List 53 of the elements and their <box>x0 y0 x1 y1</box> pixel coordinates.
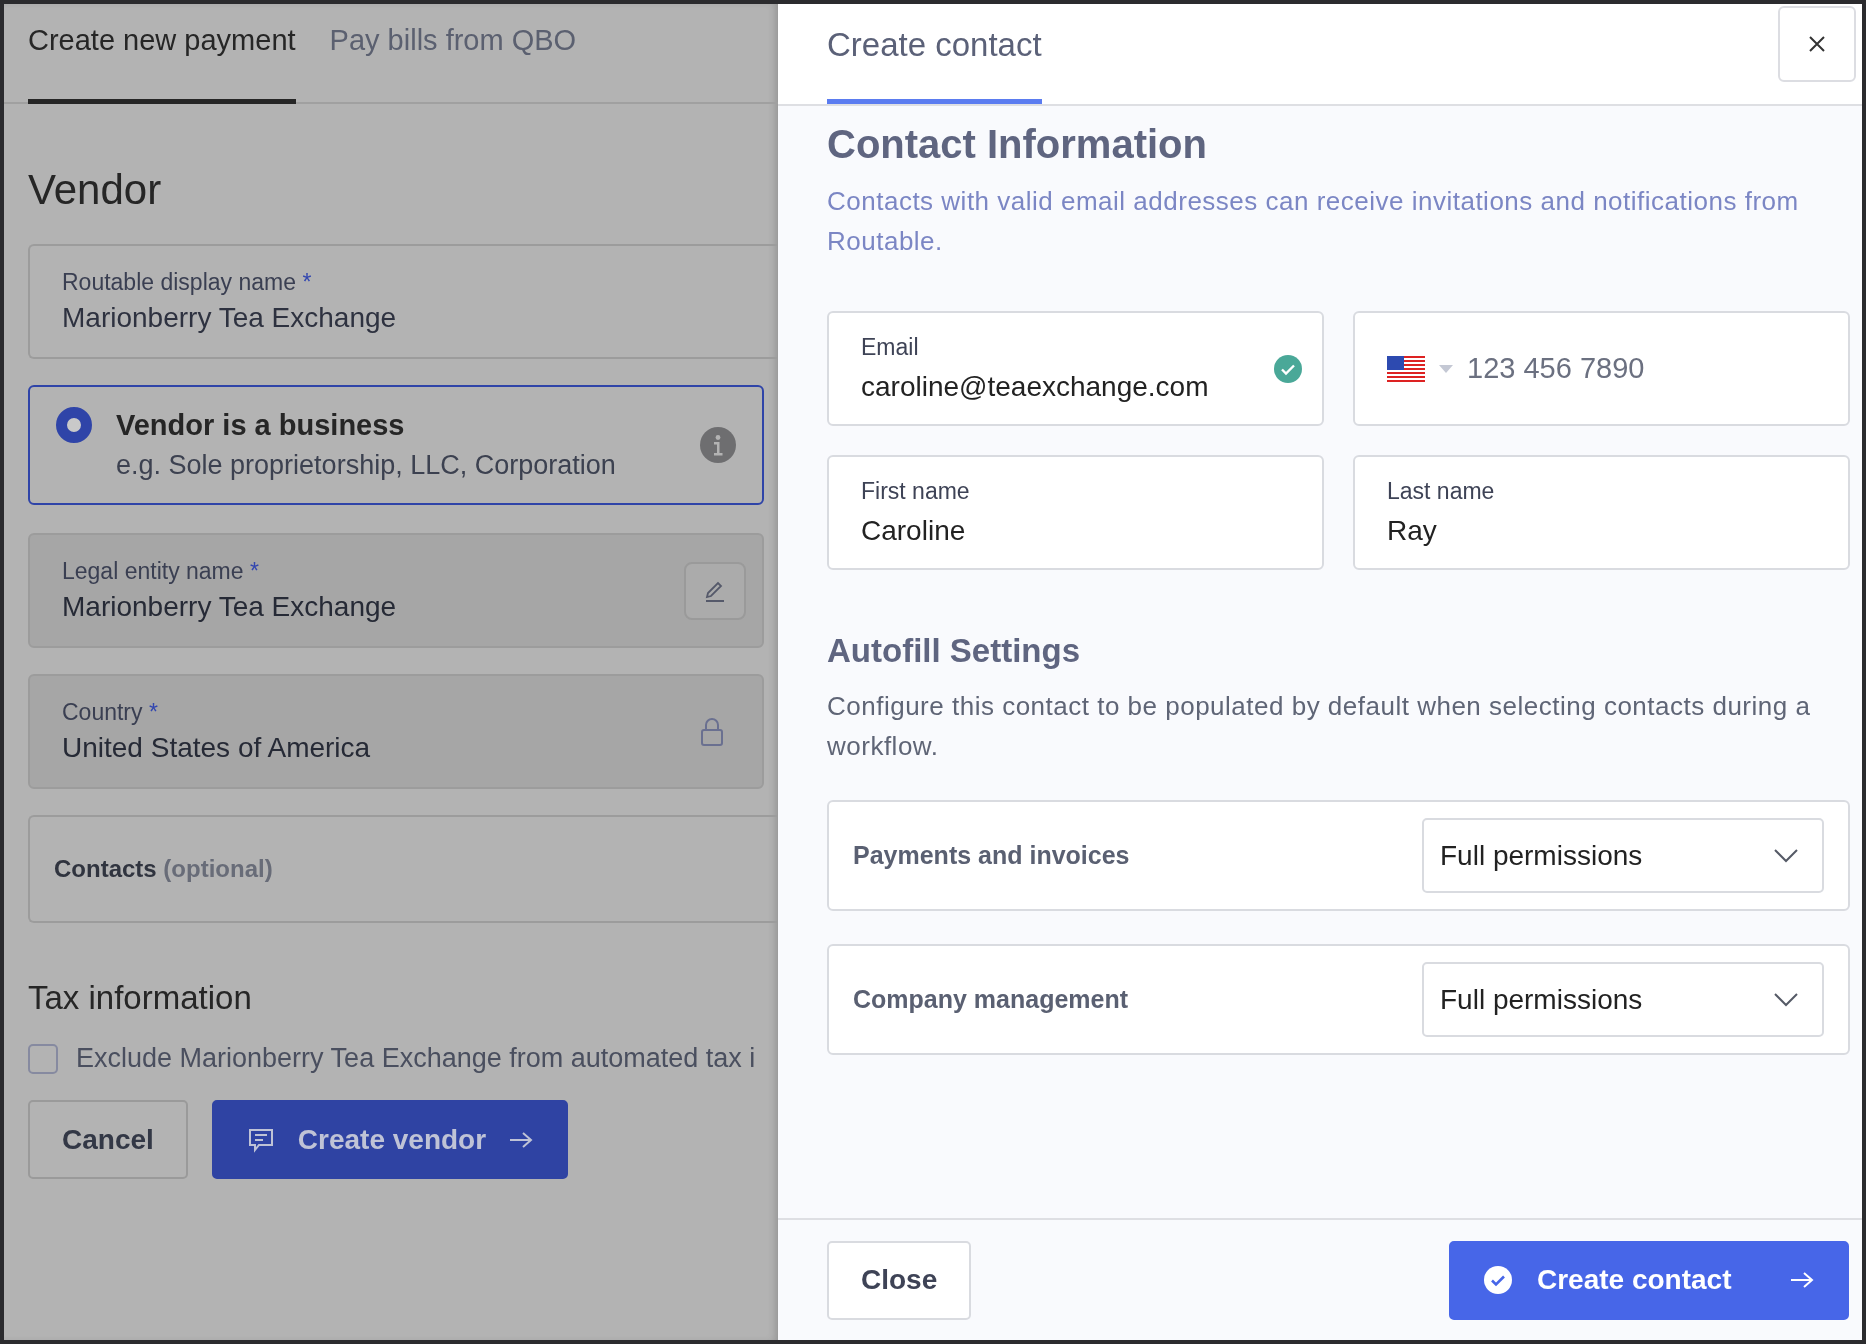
checkbox[interactable] <box>28 1043 58 1074</box>
section-heading: Autofill Settings <box>827 632 1081 670</box>
field-label: Legal entity name * <box>62 558 260 585</box>
flag-icon[interactable] <box>1387 355 1425 382</box>
field-label: Last name <box>1387 478 1496 505</box>
chevron-down-icon <box>1774 992 1798 1007</box>
section-heading: Vendor <box>28 166 163 214</box>
chevron-down-icon <box>1774 848 1798 863</box>
checkbox-label: Exclude Marionberry Tea Exchange from automated tax i <box>76 1043 756 1074</box>
text-field[interactable]: Routable display name * Marionberry Tea Exchange <box>28 244 778 359</box>
caret-icon[interactable] <box>1439 364 1453 373</box>
arrow-right-icon <box>1789 1270 1815 1290</box>
text-field[interactable]: Email caroline@teaexchange.com <box>827 311 1324 426</box>
section-heading: Tax information <box>28 979 253 1017</box>
text-field[interactable]: First name Caroline <box>827 455 1324 570</box>
check-circle-icon <box>1483 1265 1513 1295</box>
field-value: Ray <box>1387 515 1438 547</box>
setting-label: Company management <box>853 985 1129 1014</box>
page-tab[interactable]: Create new payment <box>28 4 296 104</box>
create-vendor-button[interactable]: Create vendor <box>211 1100 569 1179</box>
phone-field[interactable]: 123 456 7890 <box>1353 311 1850 426</box>
radio-button[interactable] <box>56 407 92 443</box>
radio-option-card[interactable]: Vendor is a business e.g. Sole proprietorship, LLC, Corporation <box>28 385 764 505</box>
section-description: Configure this contact to be populated by default when selecting contacts during a workflow. <box>827 690 1812 763</box>
panel-tab[interactable]: Create contact <box>827 4 1042 104</box>
contacts-field[interactable]: Contacts (optional) <box>28 815 778 923</box>
create-contact-button[interactable]: Create contact <box>1449 1240 1849 1320</box>
field-value: United States of America <box>62 732 372 764</box>
field-value: Marionberry Tea Exchange <box>62 591 398 623</box>
field-value: Caroline <box>861 515 967 547</box>
info-icon[interactable] <box>700 427 736 463</box>
option-title: Vendor is a business <box>116 409 406 442</box>
permissions-dropdown[interactable]: Full permissions <box>1422 962 1824 1037</box>
close-button[interactable] <box>1778 6 1856 82</box>
close-icon <box>1807 34 1827 54</box>
section-heading: Contact Information <box>827 122 1208 167</box>
field-value: Marionberry Tea Exchange <box>62 302 398 334</box>
arrow-right-icon <box>508 1129 535 1150</box>
text-field[interactable]: Last name Ray <box>1353 455 1850 570</box>
field-label: Routable display name * <box>62 269 313 296</box>
setting-label: Payments and invoices <box>853 841 1130 870</box>
field-label: First name <box>861 478 971 505</box>
close-button[interactable]: Close <box>827 1240 972 1320</box>
field-label: Country * <box>62 699 159 726</box>
permissions-dropdown[interactable]: Full permissions <box>1422 818 1824 893</box>
section-description: Contacts with valid email addresses can receive invitations and notifications from Routable. <box>827 185 1800 258</box>
field-label: Email <box>861 334 920 361</box>
phone-number-input[interactable]: 123 456 7890 <box>1467 352 1767 385</box>
lock-icon <box>700 716 724 747</box>
field-value: caroline@teaexchange.com <box>861 371 1210 403</box>
field-label: Contacts (optional) <box>54 855 273 883</box>
cancel-button[interactable]: Cancel <box>28 1100 188 1179</box>
option-subtitle: e.g. Sole proprietorship, LLC, Corporation <box>116 450 617 481</box>
